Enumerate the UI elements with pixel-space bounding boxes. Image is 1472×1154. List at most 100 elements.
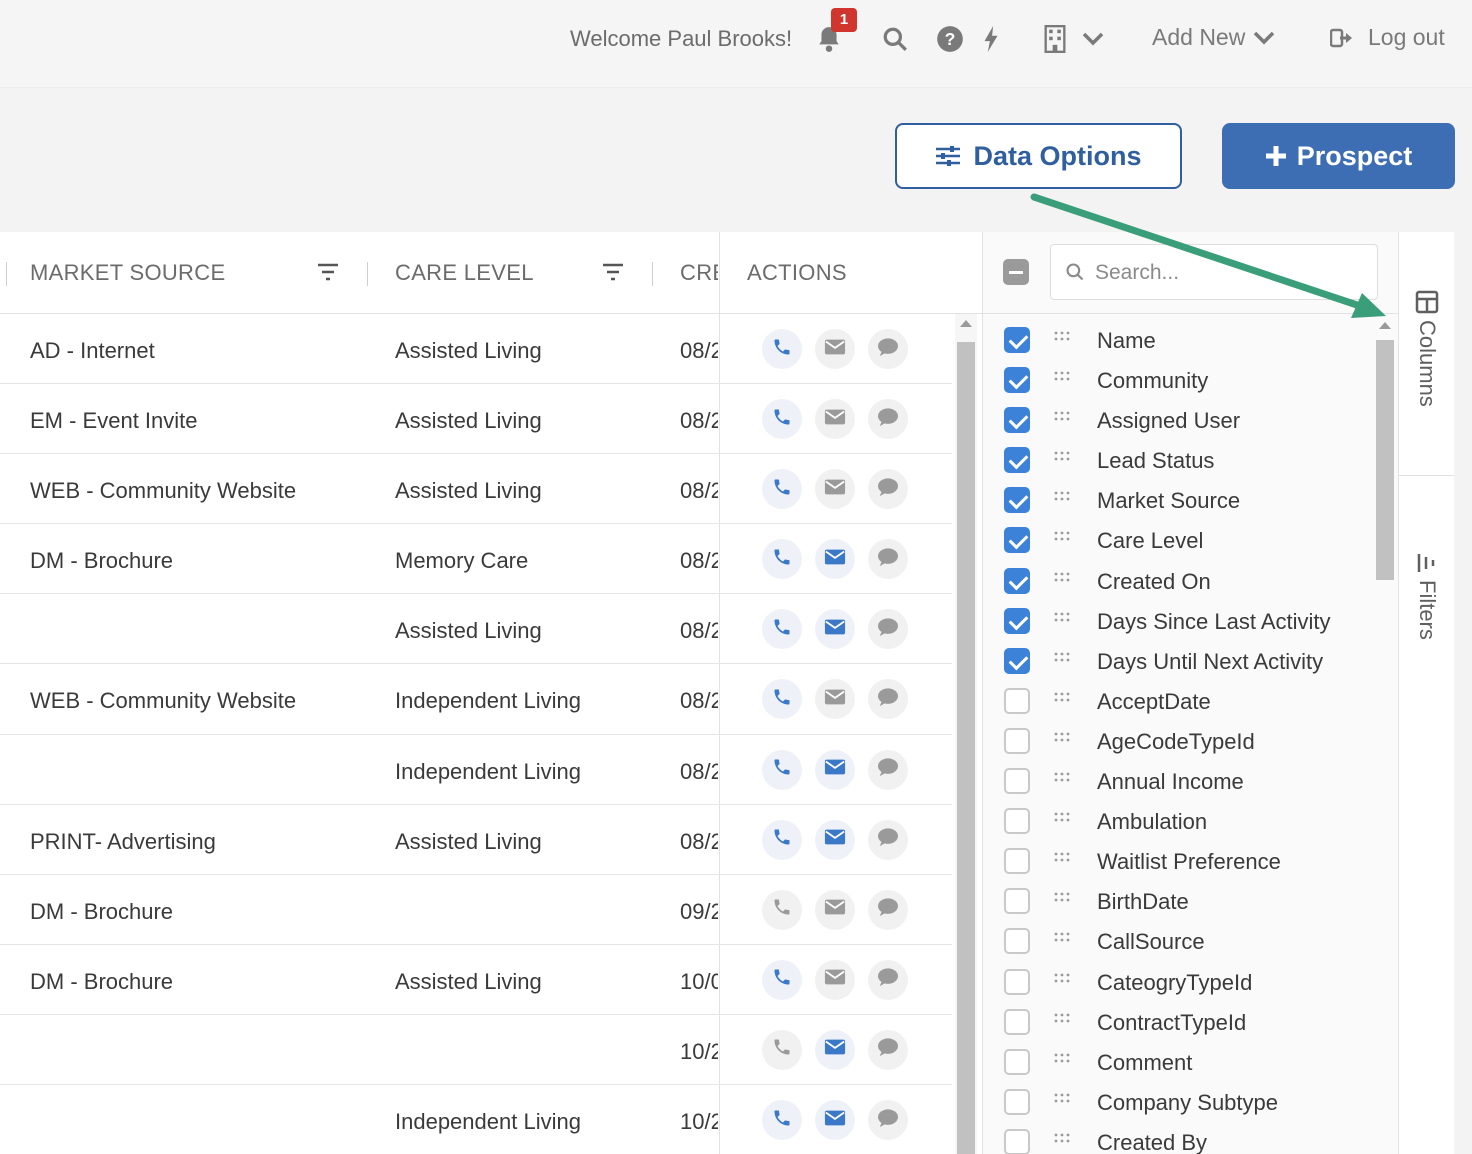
drag-handle-icon[interactable] (1053, 530, 1071, 544)
column-checkbox[interactable] (1004, 487, 1030, 514)
column-list-item[interactable]: Community (983, 362, 1373, 402)
column-checkbox[interactable] (1004, 687, 1030, 714)
search-icon[interactable] (880, 24, 910, 54)
text-message-button[interactable] (868, 959, 908, 1000)
column-list-item[interactable]: AcceptDate (983, 683, 1373, 723)
table-row[interactable]: DM - Brochure Assisted Living 10/0 (0, 945, 952, 1015)
call-button[interactable] (762, 749, 802, 790)
call-button[interactable] (762, 819, 802, 860)
column-search-input[interactable]: Search... (1050, 244, 1378, 300)
column-checkbox[interactable] (1004, 407, 1030, 434)
drag-handle-icon[interactable] (1053, 611, 1071, 625)
column-checkbox[interactable] (1004, 808, 1030, 835)
help-icon[interactable]: ? (935, 24, 965, 54)
drag-handle-icon[interactable] (1053, 771, 1071, 785)
table-row[interactable]: AD - Internet Assisted Living 08/2 (0, 314, 952, 385)
column-checkbox[interactable] (1004, 327, 1030, 353)
call-button[interactable] (762, 1029, 802, 1070)
email-button[interactable] (815, 609, 855, 650)
email-button[interactable] (815, 1029, 855, 1070)
email-button[interactable] (815, 399, 855, 440)
community-chevron-down-icon[interactable] (1078, 24, 1108, 54)
column-list-item[interactable]: BirthDate (983, 883, 1373, 923)
column-list-item[interactable]: Waitlist Preference (983, 843, 1373, 883)
table-row[interactable]: DM - Brochure 09/2 (0, 875, 952, 945)
column-list-item[interactable]: Created By (983, 1124, 1373, 1154)
column-checkbox[interactable] (1004, 1048, 1030, 1075)
drag-handle-icon[interactable] (1053, 490, 1071, 504)
column-checkbox[interactable] (1004, 1088, 1030, 1115)
column-checkbox[interactable] (1004, 968, 1030, 995)
column-list-item[interactable]: Care Level (983, 522, 1373, 562)
text-message-button[interactable] (868, 749, 908, 790)
call-button[interactable] (762, 889, 802, 930)
column-checkbox[interactable] (1004, 607, 1030, 634)
drag-handle-icon[interactable] (1053, 370, 1071, 384)
column-checkbox[interactable] (1004, 768, 1030, 795)
column-checkbox[interactable] (1004, 447, 1030, 474)
column-checkbox[interactable] (1004, 367, 1030, 394)
drag-handle-icon[interactable] (1053, 691, 1071, 705)
filter-icon[interactable] (316, 262, 340, 282)
table-row[interactable]: WEB - Community Website Independent Livi… (0, 664, 952, 735)
call-button[interactable] (762, 1100, 802, 1141)
text-message-button[interactable] (868, 329, 908, 369)
email-button[interactable] (815, 819, 855, 860)
column-list-item[interactable]: Assigned User (983, 402, 1373, 442)
column-list-item[interactable]: Ambulation (983, 803, 1373, 843)
column-checkbox[interactable] (1004, 527, 1030, 554)
drag-handle-icon[interactable] (1053, 972, 1071, 986)
grid-scrollbar[interactable] (955, 314, 977, 1154)
email-button[interactable] (815, 889, 855, 930)
text-message-button[interactable] (868, 1100, 908, 1141)
table-row[interactable]: 10/2 (0, 1015, 952, 1086)
text-message-button[interactable] (868, 469, 908, 510)
call-button[interactable] (762, 329, 802, 369)
column-checkbox[interactable] (1004, 1008, 1030, 1035)
table-row[interactable]: Independent Living 08/2 (0, 735, 952, 805)
table-row[interactable]: PRINT- Advertising Assisted Living 08/2 (0, 805, 952, 875)
call-button[interactable] (762, 399, 802, 440)
call-button[interactable] (762, 679, 802, 720)
tab-columns[interactable]: Columns (1399, 290, 1455, 476)
add-new-menu[interactable]: Add New (1152, 24, 1275, 51)
column-checkbox[interactable] (1004, 1128, 1030, 1154)
email-button[interactable] (815, 749, 855, 790)
scroll-up-arrow-icon[interactable] (960, 320, 972, 327)
email-button[interactable] (815, 469, 855, 510)
drag-handle-icon[interactable] (1053, 330, 1071, 344)
table-row[interactable]: Independent Living 10/2 (0, 1085, 952, 1154)
logout-link[interactable]: Log out (1330, 24, 1445, 51)
table-row[interactable]: EM - Event Invite Assisted Living 08/2 (0, 384, 952, 455)
columns-panel-scrollbar[interactable] (1375, 322, 1395, 1154)
drag-handle-icon[interactable] (1053, 410, 1071, 424)
column-list-item[interactable]: Name (983, 322, 1373, 362)
drag-handle-icon[interactable] (1053, 1092, 1071, 1106)
column-checkbox[interactable] (1004, 888, 1030, 915)
column-list-item[interactable]: Days Until Next Activity (983, 643, 1373, 683)
call-button[interactable] (762, 609, 802, 650)
text-message-button[interactable] (868, 889, 908, 930)
drag-handle-icon[interactable] (1053, 1052, 1071, 1066)
drag-handle-icon[interactable] (1053, 651, 1071, 665)
column-list-item[interactable]: Comment (983, 1044, 1373, 1084)
drag-handle-icon[interactable] (1053, 731, 1071, 745)
column-list-item[interactable]: Lead Status (983, 442, 1373, 482)
grid-scroll-thumb[interactable] (957, 342, 975, 1154)
column-checkbox[interactable] (1004, 928, 1030, 955)
filter-icon[interactable] (601, 262, 625, 282)
add-prospect-button[interactable]: Prospect (1222, 123, 1455, 189)
call-button[interactable] (762, 539, 802, 580)
column-checkbox[interactable] (1004, 567, 1030, 594)
drag-handle-icon[interactable] (1053, 931, 1071, 945)
drag-handle-icon[interactable] (1053, 851, 1071, 865)
column-list-item[interactable]: ContractTypeId (983, 1004, 1373, 1044)
column-header-market-source[interactable]: MARKET SOURCE (30, 260, 225, 286)
drag-handle-icon[interactable] (1053, 1132, 1071, 1146)
email-button[interactable] (815, 1100, 855, 1141)
column-list-item[interactable]: CallSource (983, 923, 1373, 963)
drag-handle-icon[interactable] (1053, 1012, 1071, 1026)
drag-handle-icon[interactable] (1053, 811, 1071, 825)
column-header-care-level[interactable]: CARE LEVEL (395, 260, 534, 286)
call-button[interactable] (762, 469, 802, 510)
